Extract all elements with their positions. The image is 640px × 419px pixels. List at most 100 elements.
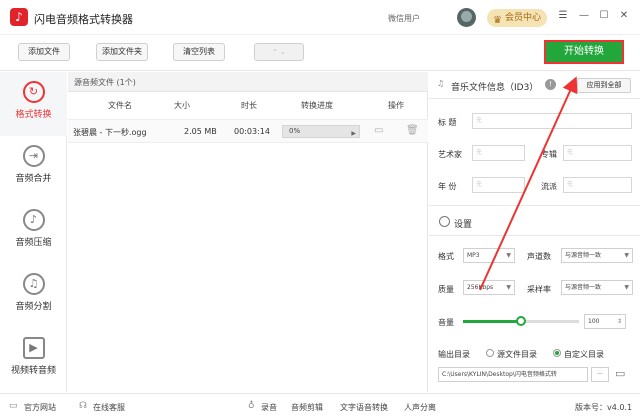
quality-select[interactable]: 256Kbps ▼ (463, 280, 515, 295)
id3-section-title: 音乐文件信息（ID3） (451, 83, 539, 93)
artist-label: 艺术家 (438, 150, 462, 159)
vip-center-button[interactable]: ♛ 会员中心 (487, 9, 547, 27)
stepper-icon: ⇕ (616, 318, 622, 325)
source-dir-label: 源文件目录 (497, 350, 537, 359)
title-field[interactable]: 无 (472, 113, 632, 129)
sidebar-item-label: 音频压缩 (15, 238, 52, 248)
vip-crown-icon: ♛ (493, 15, 502, 26)
headphones-icon: ♫ (437, 79, 445, 88)
add-file-button[interactable]: 添加文件 (18, 43, 70, 61)
refresh-icon: ↻ (22, 81, 45, 103)
col-header-progress: 转换进度 (301, 101, 333, 110)
sidebar: ↻ 格式转换 ⇥ 音频合并 ♪ 音频压缩 ♫ 音频分割 ▶ 视频转音频 (0, 72, 67, 392)
title-bar: ♪ 闪电音频格式转换器 微信用户 ♛ 会员中心 ☰ — ☐ ✕ (0, 0, 640, 35)
samplerate-label: 采样率 (527, 285, 551, 294)
close-button[interactable]: ✕ (617, 10, 631, 21)
genre-field[interactable]: 无 (563, 177, 632, 193)
format-label: 格式 (438, 252, 454, 261)
browse-button[interactable]: ··· (591, 367, 609, 382)
sidebar-item-video-to-audio[interactable]: ▶ 视频转音频 (0, 328, 67, 392)
genre-label: 流派 (541, 182, 557, 191)
quality-label: 质量 (438, 285, 454, 294)
move-up-down-button[interactable]: ⌃ ⌄ (254, 43, 304, 61)
chevron-down-icon: ▼ (506, 284, 511, 291)
menu-icon[interactable]: ☰ (556, 10, 570, 21)
headset-icon: ☊ (79, 401, 87, 411)
online-support-link[interactable]: 在线客服 (93, 402, 125, 413)
settings-panel: ♫ 音乐文件信息（ID3） ! 应用到全部 标 题 无 艺术家 无 专辑 无 年… (429, 72, 640, 392)
minimize-button[interactable]: — (577, 10, 591, 21)
avatar[interactable] (457, 8, 476, 27)
channel-select[interactable]: 与源音频一致 ▼ (561, 248, 633, 263)
app-title: 闪电音频格式转换器 (34, 13, 133, 26)
source-dir-radio[interactable] (486, 349, 494, 357)
artist-field[interactable]: 无 (472, 145, 525, 161)
volume-label: 音量 (438, 318, 454, 327)
tts-link[interactable]: 文字语音转换 (340, 402, 388, 413)
chevron-down-icon: ▼ (506, 252, 511, 259)
user-name[interactable]: 微信用户 (388, 13, 420, 24)
year-field[interactable]: 无 (472, 177, 525, 193)
gear-icon (439, 216, 450, 227)
col-header-actions: 操作 (388, 101, 404, 110)
audio-edit-link[interactable]: 音频剪辑 (291, 402, 323, 413)
album-label: 专辑 (541, 150, 557, 159)
monitor-icon: ▭ (9, 401, 18, 411)
play-icon[interactable]: ▶ (351, 128, 356, 139)
divider (429, 205, 640, 206)
volume-slider-handle[interactable] (516, 316, 526, 326)
sidebar-item-audio-merge[interactable]: ⇥ 音频合并 (0, 136, 67, 200)
samplerate-select[interactable]: 与源音频一致 ▼ (561, 280, 633, 295)
info-icon[interactable]: ! (545, 79, 556, 90)
custom-dir-radio[interactable] (553, 349, 561, 357)
file-list-header: 源音频文件 (1个) (68, 72, 428, 92)
output-dir-label: 输出目录 (438, 350, 470, 359)
volume-stepper[interactable]: 100 ⇕ (584, 314, 626, 329)
sidebar-item-audio-split[interactable]: ♫ 音频分割 (0, 264, 67, 328)
file-name: 张碧晨 - 下一秒.ogg (73, 128, 147, 137)
file-list-panel: 源音频文件 (1个) 文件名 大小 时长 转换进度 操作 张碧晨 - 下一秒.o… (68, 72, 428, 392)
quality-value: 256Kbps (467, 284, 494, 291)
settings-section-title: 设置 (454, 220, 473, 230)
channel-value: 与源音频一致 (565, 252, 602, 259)
microphone-icon: ♁ (248, 401, 255, 411)
official-website-link[interactable]: 官方网站 (24, 402, 56, 413)
folder-icon[interactable]: ▭ (374, 125, 383, 136)
sidebar-item-label: 音频分割 (15, 302, 52, 312)
format-select[interactable]: MP3 ▼ (463, 248, 515, 263)
sidebar-item-audio-compress[interactable]: ♪ 音频压缩 (0, 200, 67, 264)
apply-to-all-button[interactable]: 应用到全部 (577, 78, 631, 93)
app-window: ♪ 闪电音频格式转换器 微信用户 ♛ 会员中心 ☰ — ☐ ✕ 添加文件 添加文… (0, 0, 640, 419)
sidebar-item-format-convert[interactable]: ↻ 格式转换 (0, 72, 67, 136)
version-text: 版本号：v4.0.1 (575, 403, 633, 412)
add-folder-button[interactable]: 添加文件夹 (96, 43, 148, 61)
play-icon: ▶ (22, 337, 45, 359)
col-header-filename: 文件名 (108, 101, 132, 110)
album-field[interactable]: 无 (563, 145, 632, 161)
table-row[interactable]: 张碧晨 - 下一秒.ogg 2.05 MB 00:03:14 0% ▶ ▭ 🗑 (68, 119, 428, 143)
delete-icon[interactable]: 🗑 (406, 125, 419, 136)
sidebar-item-label: 视频转音频 (10, 366, 56, 376)
file-duration: 00:03:14 (234, 127, 270, 136)
divider (429, 235, 640, 236)
progress-text: 0% (289, 127, 301, 135)
year-label: 年 份 (438, 182, 457, 191)
maximize-button[interactable]: ☐ (597, 10, 611, 21)
app-logo-icon: ♪ (10, 8, 28, 26)
sidebar-item-label: 格式转换 (15, 110, 52, 120)
volume-slider[interactable] (463, 316, 579, 326)
convert-progress: 0% ▶ (282, 125, 360, 138)
vip-center-label: 会员中心 (505, 13, 542, 23)
record-link[interactable]: 录音 (261, 402, 277, 413)
divider (429, 98, 640, 99)
folder-icon[interactable]: ▭ (615, 367, 625, 380)
chevron-down-icon: ▼ (624, 284, 629, 291)
output-path-input[interactable]: C:\Users\KYLIN\Desktop\闪电音频格式转 (438, 367, 588, 382)
start-convert-button[interactable]: 开始转换 (544, 40, 624, 64)
title-label: 标 题 (438, 118, 457, 127)
channel-label: 声道数 (527, 252, 551, 261)
clear-list-button[interactable]: 清空列表 (173, 43, 225, 61)
volume-value: 100 (588, 318, 600, 325)
merge-icon: ⇥ (22, 145, 45, 167)
vocal-separation-link[interactable]: 人声分离 (404, 402, 436, 413)
